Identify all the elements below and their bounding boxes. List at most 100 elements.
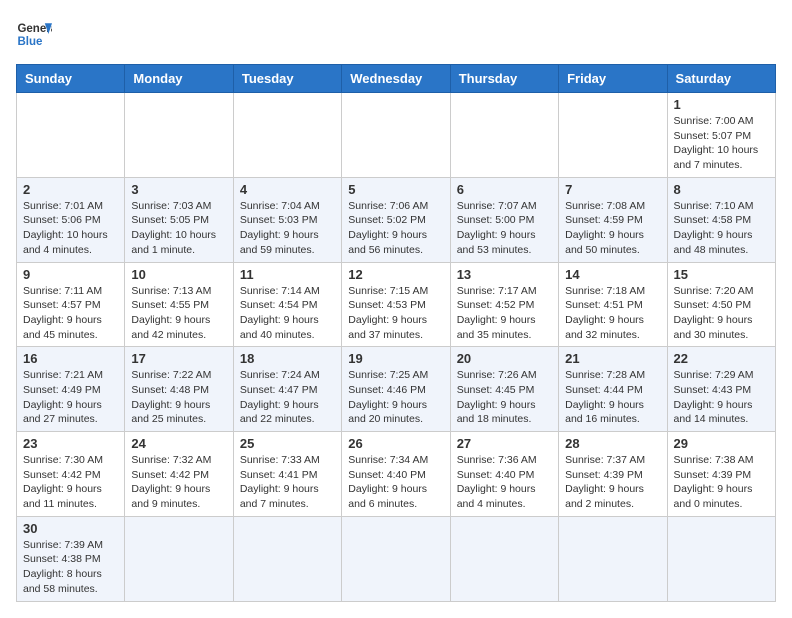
day-info: Sunrise: 7:03 AM Sunset: 5:05 PM Dayligh… — [131, 199, 226, 258]
day-cell: 13 Sunrise: 7:17 AM Sunset: 4:52 PM Dayli… — [450, 262, 558, 347]
day-header-wednesday: Wednesday — [342, 65, 450, 93]
day-number: 4 — [240, 182, 335, 197]
day-headers-row: SundayMondayTuesdayWednesdayThursdayFrid… — [17, 65, 776, 93]
day-number: 20 — [457, 351, 552, 366]
day-info: Sunrise: 7:39 AM Sunset: 4:38 PM Dayligh… — [23, 538, 118, 597]
day-number: 12 — [348, 267, 443, 282]
day-cell: 29Sunrise: 7:38 AM Sunset: 4:39 PM Dayli… — [667, 432, 775, 517]
day-number: 13 — [457, 267, 552, 282]
day-cell: 8Sunrise: 7:10 AM Sunset: 4:58 PM Daylig… — [667, 177, 775, 262]
day-info: Sunrise: 7:26 AM Sunset: 4:45 PM Dayligh… — [457, 368, 552, 427]
day-number: 14 — [565, 267, 660, 282]
day-number: 1 — [674, 97, 769, 112]
day-cell: 28 Sunrise: 7:37 AM Sunset: 4:39 PM Dayli… — [559, 432, 667, 517]
week-row-6: 30 Sunrise: 7:39 AM Sunset: 4:38 PM Dayli… — [17, 516, 776, 601]
day-info: Sunrise: 7:24 AM Sunset: 4:47 PM Dayligh… — [240, 368, 335, 427]
day-number: 18 — [240, 351, 335, 366]
day-cell: 23 Sunrise: 7:30 AM Sunset: 4:42 PM Dayli… — [17, 432, 125, 517]
logo-icon: General Blue — [16, 16, 52, 52]
day-info: Sunrise: 7:15 AM Sunset: 4:53 PM Dayligh… — [348, 284, 443, 343]
calendar-table: SundayMondayTuesdayWednesdayThursdayFrid… — [16, 64, 776, 602]
day-header-saturday: Saturday — [667, 65, 775, 93]
day-info: Sunrise: 7:32 AM Sunset: 4:42 PM Dayligh… — [131, 453, 226, 512]
day-info: Sunrise: 7:01 AM Sunset: 5:06 PM Dayligh… — [23, 199, 118, 258]
day-cell: 26 Sunrise: 7:34 AM Sunset: 4:40 PM Dayli… — [342, 432, 450, 517]
day-info: Sunrise: 7:29 AM Sunset: 4:43 PM Dayligh… — [674, 368, 769, 427]
day-number: 16 — [23, 351, 118, 366]
day-cell: 4 Sunrise: 7:04 AM Sunset: 5:03 PM Daylig… — [233, 177, 341, 262]
day-number: 23 — [23, 436, 118, 451]
day-cell — [450, 93, 558, 178]
day-info: Sunrise: 7:36 AM Sunset: 4:40 PM Dayligh… — [457, 453, 552, 512]
day-cell — [233, 516, 341, 601]
day-number: 19 — [348, 351, 443, 366]
day-number: 24 — [131, 436, 226, 451]
day-info: Sunrise: 7:13 AM Sunset: 4:55 PM Dayligh… — [131, 284, 226, 343]
day-cell: 19 Sunrise: 7:25 AM Sunset: 4:46 PM Dayli… — [342, 347, 450, 432]
day-number: 30 — [23, 521, 118, 536]
day-cell — [125, 516, 233, 601]
day-info: Sunrise: 7:38 AM Sunset: 4:39 PM Dayligh… — [674, 453, 769, 512]
logo: General Blue — [16, 16, 52, 52]
day-number: 28 — [565, 436, 660, 451]
day-info: Sunrise: 7:37 AM Sunset: 4:39 PM Dayligh… — [565, 453, 660, 512]
day-cell: 25 Sunrise: 7:33 AM Sunset: 4:41 PM Dayli… — [233, 432, 341, 517]
day-cell: 2Sunrise: 7:01 AM Sunset: 5:06 PM Daylig… — [17, 177, 125, 262]
day-number: 9 — [23, 267, 118, 282]
day-info: Sunrise: 7:00 AM Sunset: 5:07 PM Dayligh… — [674, 114, 769, 173]
day-number: 8 — [674, 182, 769, 197]
day-cell: 1 Sunrise: 7:00 AM Sunset: 5:07 PM Daylig… — [667, 93, 775, 178]
day-number: 5 — [348, 182, 443, 197]
day-info: Sunrise: 7:08 AM Sunset: 4:59 PM Dayligh… — [565, 199, 660, 258]
week-row-2: 2Sunrise: 7:01 AM Sunset: 5:06 PM Daylig… — [17, 177, 776, 262]
day-number: 3 — [131, 182, 226, 197]
week-row-3: 9Sunrise: 7:11 AM Sunset: 4:57 PM Daylig… — [17, 262, 776, 347]
day-header-friday: Friday — [559, 65, 667, 93]
day-header-thursday: Thursday — [450, 65, 558, 93]
week-row-4: 16Sunrise: 7:21 AM Sunset: 4:49 PM Dayli… — [17, 347, 776, 432]
day-info: Sunrise: 7:34 AM Sunset: 4:40 PM Dayligh… — [348, 453, 443, 512]
day-info: Sunrise: 7:07 AM Sunset: 5:00 PM Dayligh… — [457, 199, 552, 258]
day-cell — [342, 516, 450, 601]
svg-text:Blue: Blue — [17, 36, 43, 48]
day-number: 10 — [131, 267, 226, 282]
day-cell: 22Sunrise: 7:29 AM Sunset: 4:43 PM Dayli… — [667, 347, 775, 432]
day-number: 25 — [240, 436, 335, 451]
day-cell: 16Sunrise: 7:21 AM Sunset: 4:49 PM Dayli… — [17, 347, 125, 432]
day-info: Sunrise: 7:25 AM Sunset: 4:46 PM Dayligh… — [348, 368, 443, 427]
day-cell: 15Sunrise: 7:20 AM Sunset: 4:50 PM Dayli… — [667, 262, 775, 347]
day-info: Sunrise: 7:18 AM Sunset: 4:51 PM Dayligh… — [565, 284, 660, 343]
day-cell: 30 Sunrise: 7:39 AM Sunset: 4:38 PM Dayli… — [17, 516, 125, 601]
day-cell — [125, 93, 233, 178]
day-number: 26 — [348, 436, 443, 451]
day-cell: 14 Sunrise: 7:18 AM Sunset: 4:51 PM Dayli… — [559, 262, 667, 347]
day-cell: 17 Sunrise: 7:22 AM Sunset: 4:48 PM Dayli… — [125, 347, 233, 432]
day-cell — [233, 93, 341, 178]
day-number: 17 — [131, 351, 226, 366]
day-cell — [450, 516, 558, 601]
day-cell: 6Sunrise: 7:07 AM Sunset: 5:00 PM Daylig… — [450, 177, 558, 262]
day-cell: 7 Sunrise: 7:08 AM Sunset: 4:59 PM Daylig… — [559, 177, 667, 262]
day-info: Sunrise: 7:04 AM Sunset: 5:03 PM Dayligh… — [240, 199, 335, 258]
day-info: Sunrise: 7:33 AM Sunset: 4:41 PM Dayligh… — [240, 453, 335, 512]
day-cell: 10 Sunrise: 7:13 AM Sunset: 4:55 PM Dayli… — [125, 262, 233, 347]
day-info: Sunrise: 7:30 AM Sunset: 4:42 PM Dayligh… — [23, 453, 118, 512]
day-info: Sunrise: 7:28 AM Sunset: 4:44 PM Dayligh… — [565, 368, 660, 427]
day-cell: 12 Sunrise: 7:15 AM Sunset: 4:53 PM Dayli… — [342, 262, 450, 347]
day-cell — [667, 516, 775, 601]
day-header-tuesday: Tuesday — [233, 65, 341, 93]
day-number: 21 — [565, 351, 660, 366]
week-row-1: 1 Sunrise: 7:00 AM Sunset: 5:07 PM Daylig… — [17, 93, 776, 178]
day-cell: 27Sunrise: 7:36 AM Sunset: 4:40 PM Dayli… — [450, 432, 558, 517]
day-info: Sunrise: 7:22 AM Sunset: 4:48 PM Dayligh… — [131, 368, 226, 427]
day-cell — [17, 93, 125, 178]
day-cell — [559, 516, 667, 601]
day-info: Sunrise: 7:17 AM Sunset: 4:52 PM Dayligh… — [457, 284, 552, 343]
day-cell: 5Sunrise: 7:06 AM Sunset: 5:02 PM Daylig… — [342, 177, 450, 262]
day-cell: 9Sunrise: 7:11 AM Sunset: 4:57 PM Daylig… — [17, 262, 125, 347]
day-cell: 20 Sunrise: 7:26 AM Sunset: 4:45 PM Dayli… — [450, 347, 558, 432]
day-cell: 3 Sunrise: 7:03 AM Sunset: 5:05 PM Daylig… — [125, 177, 233, 262]
day-number: 15 — [674, 267, 769, 282]
day-number: 7 — [565, 182, 660, 197]
day-cell: 11Sunrise: 7:14 AM Sunset: 4:54 PM Dayli… — [233, 262, 341, 347]
